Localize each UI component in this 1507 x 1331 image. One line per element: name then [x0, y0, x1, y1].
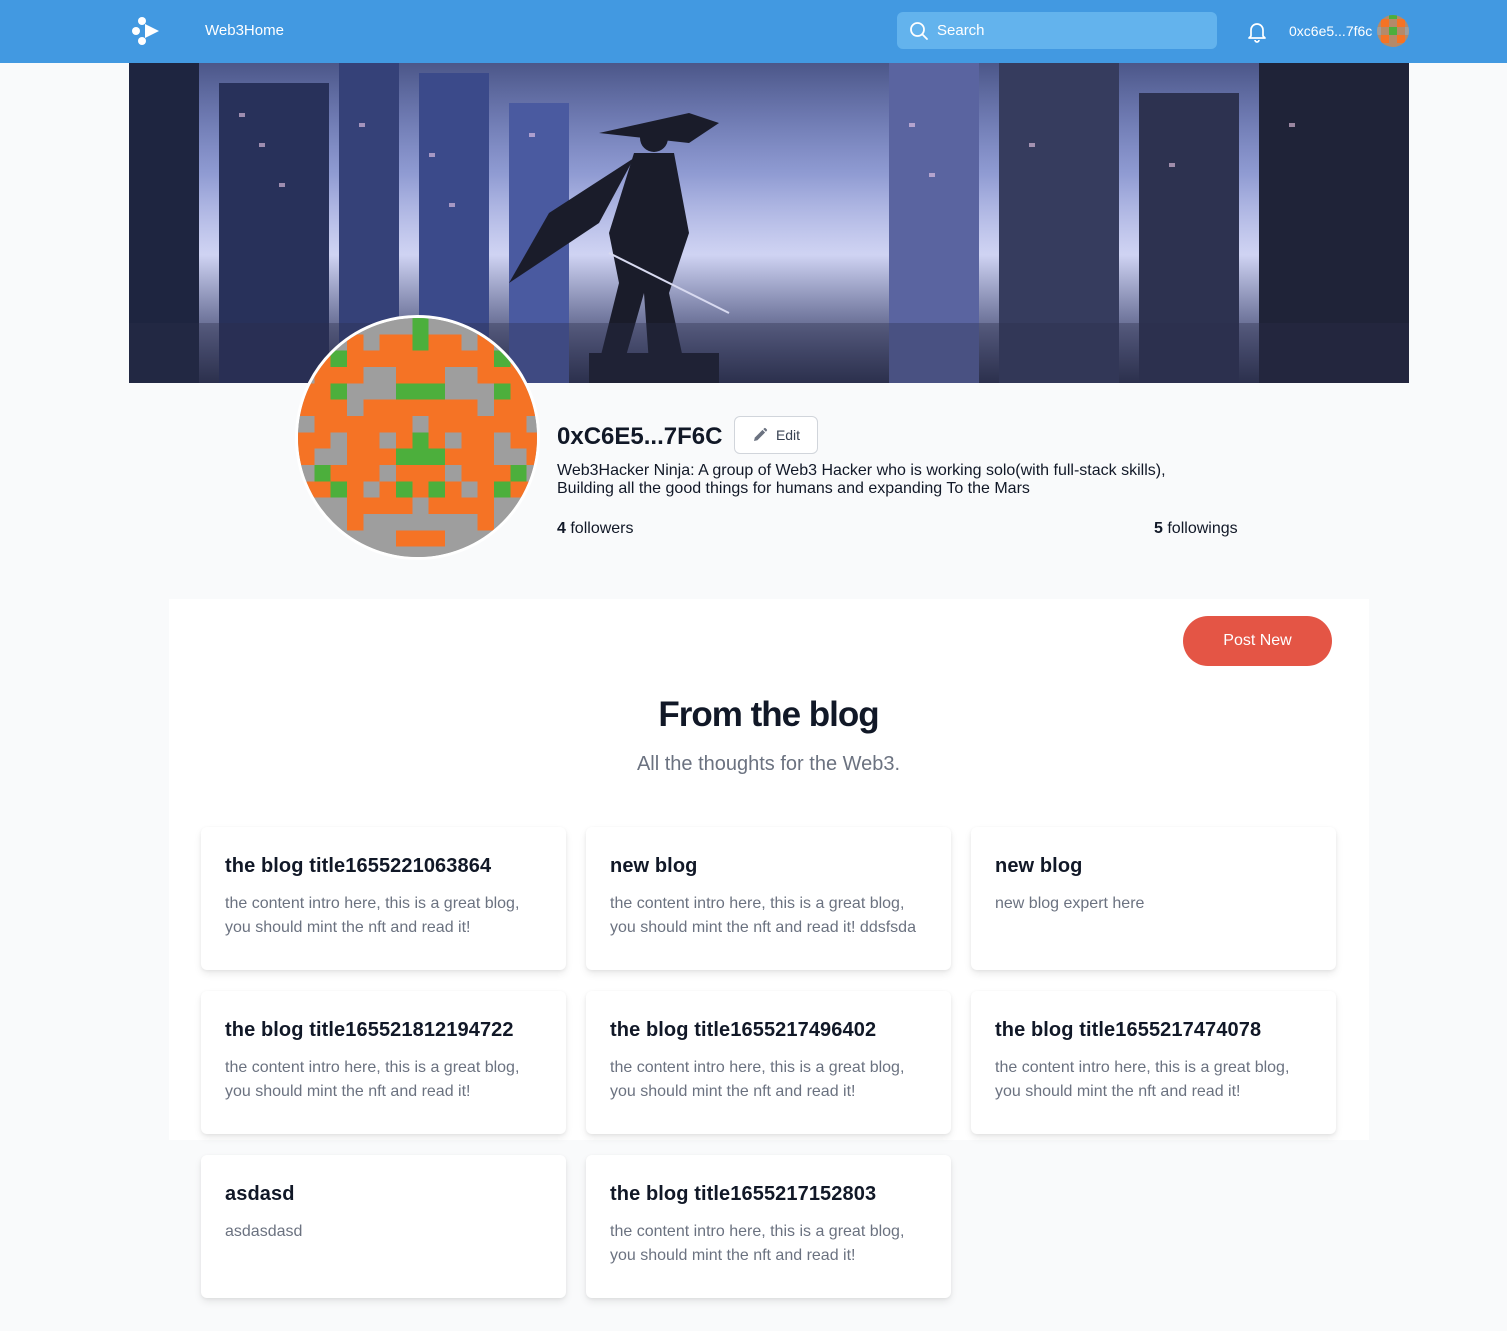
followers-stat[interactable]: 4 followers [557, 520, 634, 538]
blog-card-title: new blog [610, 855, 698, 877]
top-navbar: Web3Home 0xc6e5...7f6c [0, 0, 1507, 63]
account-address[interactable]: 0xc6e5...7f6c [1289, 23, 1372, 39]
blog-card-title: the blog title1655217496402 [610, 1019, 877, 1041]
blog-card[interactable]: the blog title1655217474078 the content … [971, 991, 1336, 1134]
brand-link[interactable]: Web3Home [205, 22, 284, 39]
blog-card[interactable]: new blog new blog expert here [971, 827, 1336, 970]
followers-label: followers [570, 520, 634, 537]
edit-label: Edit [775, 427, 801, 443]
blog-card-intro: asdasdasd [225, 1223, 303, 1240]
blog-card[interactable]: the blog title1655217152803 the content … [586, 1155, 951, 1298]
blog-card-intro: the content intro here, this is a great … [225, 1059, 520, 1100]
edit-profile-button[interactable]: Edit [734, 416, 818, 454]
blog-card[interactable]: new blog the content intro here, this is… [586, 827, 951, 970]
blog-card[interactable]: the blog title165521812194722 the conten… [201, 991, 566, 1134]
followings-count: 5 [1154, 520, 1163, 537]
profile-bio: Web3Hacker Ninja: A group of Web3 Hacker… [557, 462, 1217, 498]
blog-card[interactable]: the blog title1655217496402 the content … [586, 991, 951, 1134]
followings-stat[interactable]: 5 followings [1154, 520, 1238, 538]
blog-card-title: asdasd [225, 1183, 295, 1205]
profile-avatar [295, 315, 540, 560]
blog-card-intro: the content intro here, this is a great … [225, 895, 520, 936]
blog-section-subtitle: All the thoughts for the Web3. [636, 753, 901, 775]
search-input[interactable] [937, 12, 1207, 49]
blog-card-intro: new blog expert here [995, 895, 1145, 912]
blog-card-title: the blog title1655217474078 [995, 1019, 1262, 1041]
blog-card-title: the blog title1655217152803 [610, 1183, 877, 1205]
search-icon [910, 22, 928, 40]
bio-line: Web3Hacker Ninja: A group of Web3 Hacker… [557, 462, 1166, 479]
blog-card-intro: the content intro here, this is a great … [610, 1223, 905, 1264]
blog-card[interactable]: the blog title1655221063864 the content … [201, 827, 566, 970]
blog-card[interactable]: asdasd asdasdasd [201, 1155, 566, 1298]
blog-card-intro: the content intro here, this is a great … [995, 1059, 1290, 1100]
blog-card-title: the blog title1655221063864 [225, 855, 492, 877]
profile-banner-image [129, 63, 1409, 383]
profile-name: 0xC6E5...7F6C [557, 423, 723, 450]
blog-card-intro: the content intro here, this is a great … [610, 1059, 905, 1100]
search-box[interactable] [897, 12, 1217, 49]
blog-card-intro: the content intro here, this is a great … [610, 895, 916, 936]
followers-count: 4 [557, 520, 566, 537]
post-new-button[interactable]: Post New [1183, 616, 1332, 666]
blog-card-title: new blog [995, 855, 1083, 877]
blog-section-title: From the blog [658, 695, 879, 734]
followings-label: followings [1167, 520, 1238, 537]
web3home-logo-icon[interactable] [129, 14, 163, 48]
bell-icon[interactable] [1245, 19, 1269, 43]
blog-card-title: the blog title165521812194722 [225, 1019, 514, 1041]
pencil-icon [753, 427, 768, 441]
bio-line: Building all the good things for humans … [557, 480, 1030, 497]
account-avatar[interactable] [1377, 15, 1409, 47]
